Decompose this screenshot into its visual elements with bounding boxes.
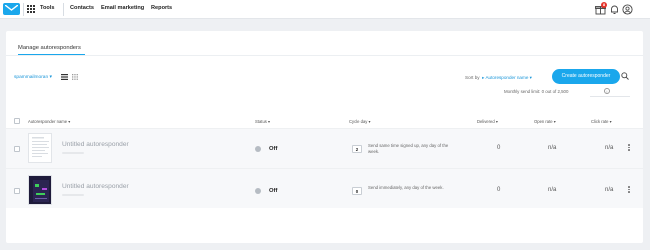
status-toggle[interactable] bbox=[255, 146, 261, 152]
cycle-description: Send same time signed up, any day of the… bbox=[368, 143, 449, 154]
more-options-icon[interactable] bbox=[628, 186, 630, 194]
email-preview-thumbnail[interactable] bbox=[28, 133, 52, 163]
click-rate-value: n/a bbox=[605, 187, 614, 193]
nav-email-marketing[interactable]: Email marketing bbox=[101, 5, 144, 11]
cycle-day-value: 2 bbox=[352, 145, 362, 153]
apps-grid-icon[interactable] bbox=[27, 5, 35, 13]
delivered-value: 0 bbox=[497, 187, 501, 193]
autoresponder-subtitle-placeholder bbox=[62, 194, 84, 196]
account-avatar-icon[interactable] bbox=[622, 4, 633, 15]
column-header-delivered[interactable]: Delivered ▾ bbox=[477, 119, 498, 124]
nav-reports[interactable]: Reports bbox=[151, 5, 172, 11]
cycle-description: Send immediately, any day of the week. bbox=[368, 185, 444, 190]
info-icon[interactable]: i bbox=[604, 88, 610, 94]
list-view-icon[interactable] bbox=[61, 74, 68, 80]
main-panel: Manage autoresponders spammailmoran ▾ So… bbox=[6, 31, 643, 243]
monthly-send-limit: Monthly send limit: 0 out of 2,500 bbox=[504, 89, 569, 94]
status-label: Off bbox=[269, 188, 278, 194]
autoresponder-name-link[interactable]: Untitled autoresponder bbox=[62, 141, 129, 148]
autoresponder-subtitle-placeholder bbox=[62, 152, 84, 154]
row-checkbox[interactable] bbox=[14, 188, 20, 194]
column-header-name[interactable]: Autoresponder name ▾ bbox=[28, 119, 70, 124]
autoresponder-name-link[interactable]: Untitled autoresponder bbox=[62, 183, 129, 190]
select-all-checkbox[interactable] bbox=[14, 118, 20, 124]
tab-manage-autoresponders[interactable]: Manage autoresponders bbox=[18, 45, 81, 51]
search-icon[interactable] bbox=[621, 72, 629, 80]
open-rate-value: n/a bbox=[548, 145, 557, 151]
column-header-status[interactable]: Status ▾ bbox=[255, 119, 270, 124]
sort-by-dropdown[interactable]: Sort by ▸ Autoresponder name ▾ bbox=[465, 75, 532, 81]
nav-contacts[interactable]: Contacts bbox=[70, 5, 94, 11]
notification-badge: 8 bbox=[601, 2, 607, 8]
table-row[interactable]: Untitled autoresponder Off 2 Send same t… bbox=[6, 128, 643, 168]
column-header-cycle-day[interactable]: Cycle day ▾ bbox=[349, 119, 371, 124]
bell-icon[interactable] bbox=[609, 4, 620, 15]
logo-mail-icon[interactable] bbox=[3, 3, 20, 15]
more-options-icon[interactable] bbox=[628, 144, 630, 152]
cycle-day-value: 0 bbox=[352, 187, 362, 195]
table-row[interactable]: Untitled autoresponder Off 0 Send immedi… bbox=[6, 168, 643, 208]
status-toggle[interactable] bbox=[255, 188, 261, 194]
row-checkbox[interactable] bbox=[14, 146, 20, 152]
send-limit-progress-bar bbox=[590, 96, 630, 97]
top-navigation-bar: Tools Contacts Email marketing Reports 8 bbox=[0, 0, 650, 19]
divider bbox=[6, 55, 643, 56]
create-autoresponder-button[interactable]: Create autoresponder bbox=[552, 69, 620, 84]
delivered-value: 0 bbox=[497, 145, 501, 151]
divider bbox=[63, 3, 64, 16]
table-header: Autoresponder name ▾ Status ▾ Cycle day … bbox=[6, 115, 643, 128]
column-header-open-rate[interactable]: Open rate ▾ bbox=[534, 119, 556, 124]
grid-view-icon[interactable] bbox=[72, 74, 78, 80]
click-rate-value: n/a bbox=[605, 145, 614, 151]
column-header-click-rate[interactable]: Click rate ▾ bbox=[591, 119, 612, 124]
open-rate-value: n/a bbox=[548, 187, 557, 193]
email-preview-thumbnail[interactable] bbox=[28, 175, 52, 205]
sender-dropdown[interactable]: spammailmoran ▾ bbox=[14, 75, 52, 80]
status-label: Off bbox=[269, 146, 278, 152]
tools-menu[interactable]: Tools bbox=[40, 5, 55, 11]
divider bbox=[23, 3, 24, 16]
